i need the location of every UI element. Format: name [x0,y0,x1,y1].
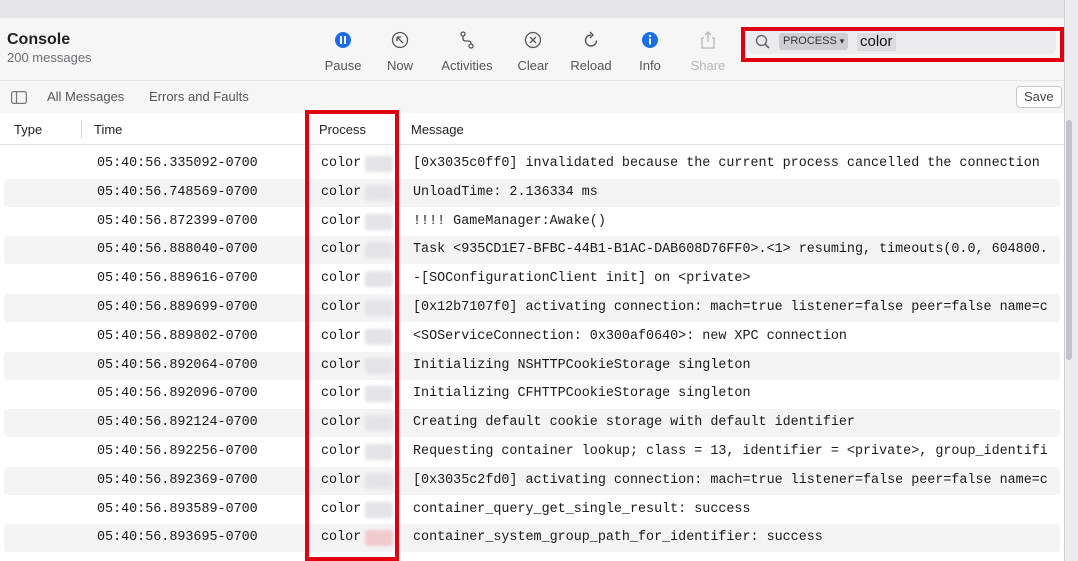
table-row[interactable]: 05:40:56.892096-0700 color Initializing CF… [4,380,1060,408]
row-time: 05:40:56.748569-0700 [97,184,258,200]
row-message: container_system_group_path_for_identifi… [413,530,823,546]
row-time: 05:40:56.892096-0700 [97,386,258,402]
table-row[interactable]: 05:40:56.892124-0700 color Creating defaul… [4,409,1060,438]
table-row[interactable]: 05:40:56.889616-0700 color -[SOConfigurati… [4,265,1060,293]
filter-errors-and-faults[interactable]: Errors and Faults [149,89,249,104]
save-button[interactable]: Save [1016,86,1062,108]
row-message: Task <935CD1E7-BFBC-44B1-B1AC-DAB608D76F… [413,242,1048,258]
row-message: UnloadTime: 2.136334 ms [413,184,598,200]
row-time: 05:40:56.335092-0700 [97,156,258,171]
now-button[interactable]: Now [368,30,432,73]
row-time: 05:40:56.889699-0700 [97,300,258,315]
pause-label: Pause [324,58,362,73]
share-button[interactable]: Share [676,30,740,73]
pause-circle-icon [335,32,351,48]
reload-icon [584,31,598,47]
row-time: 05:40:56.872399-0700 [97,213,258,229]
info-button[interactable]: Info [618,30,682,73]
row-time: 05:40:56.893589-0700 [97,501,258,517]
clear-button[interactable]: Clear [501,30,565,73]
table-row[interactable]: 05:40:56.892369-0700 color [0x3035c2fd0] a… [4,466,1060,495]
row-time: 05:40:56.893695-0700 [97,530,258,546]
row-message: container_query_get_single_result: succe… [413,501,751,517]
activities-button[interactable]: Activities [435,30,499,73]
clear-label: Clear [517,58,549,73]
row-message: !!!! GameManager:Awake() [413,213,606,229]
row-time: 05:40:56.892369-0700 [97,472,258,488]
row-time: 05:40:56.889802-0700 [97,328,258,344]
filter-all-messages[interactable]: All Messages [47,89,124,104]
x-circle-icon [524,31,542,49]
table-row[interactable]: 05:40:56.888040-0700 color Task <935CD1E7-… [4,236,1060,265]
activities-icon [460,31,474,49]
console-window: Console 200 messages Pause Now Activitie… [0,18,1064,561]
search-highlight-box [741,27,1064,62]
info-circle-icon [642,32,658,48]
window-title: Console [7,31,71,48]
reload-button[interactable]: Reload [559,30,623,73]
row-message: Initializing CFHTTPCookieStorage singlet… [413,386,751,402]
share-icon [701,31,715,49]
table-row[interactable]: 05:40:56.893695-0700 color container_syste… [4,524,1060,553]
arrow-up-left-circle-icon [391,31,409,49]
info-label: Info [639,58,661,73]
sidebar-toggle-icon[interactable] [11,91,27,104]
activities-label: Activities [441,58,493,73]
row-time: 05:40:56.892256-0700 [97,444,258,459]
row-time: 05:40:56.889616-0700 [97,271,258,287]
process-column-highlight-box [305,110,399,561]
background-window-strip [0,0,1078,18]
message-count: 200 messages [7,50,92,65]
table-row[interactable]: 05:40:56.872399-0700 color!!!! GameManage… [4,208,1060,236]
column-message[interactable]: Message [411,122,464,137]
column-time[interactable]: Time [94,122,122,137]
table-row[interactable]: 05:40:56.892064-0700 color Initializing NS… [4,351,1060,380]
table-row[interactable]: 05:40:56.748569-0700 color UnloadTime: 2.1… [4,178,1060,207]
table-row[interactable]: 05:40:56.893589-0700 color container_query… [4,496,1060,524]
now-label: Now [386,58,413,73]
row-message: Creating default cookie storage with def… [413,415,855,431]
table-row[interactable]: 05:40:56.335092-0700 color [0x3035c0ff0] i… [4,150,1060,178]
column-type[interactable]: Type [14,122,42,137]
column-divider [81,120,82,138]
table-row[interactable]: 05:40:56.892256-0700 color Requesting cont… [4,438,1060,466]
row-message: <SOServiceConnection: 0x300af0640>: new … [413,328,847,344]
scrollbar[interactable] [1066,120,1072,360]
reload-label: Reload [570,58,612,73]
row-message: Requesting container lookup; class = 13,… [413,444,1048,459]
table-row[interactable]: 05:40:56.889699-0700 color [0x12b7107f0] a… [4,294,1060,322]
column-header: Type Time Process Message [0,113,1064,145]
row-time: 05:40:56.888040-0700 [97,242,258,258]
share-label: Share [690,58,726,73]
row-time: 05:40:56.892124-0700 [97,415,258,431]
table-row[interactable]: 05:40:56.889802-0700 color <SOServiceConne… [4,323,1060,351]
row-message: [0x12b7107f0] activating connection: mac… [413,300,1048,315]
row-message: -[SOConfigurationClient init] on <privat… [413,271,751,287]
row-time: 05:40:56.892064-0700 [97,357,258,373]
row-message: Initializing NSHTTPCookieStorage singlet… [413,357,751,373]
row-message: [0x3035c2fd0] activating connection: mac… [413,472,1048,488]
filter-bar: All Messages Errors and Faults Save [0,80,1064,114]
row-message: [0x3035c0ff0] invalidated because the cu… [413,156,1040,171]
pause-button[interactable]: Pause [311,30,375,73]
